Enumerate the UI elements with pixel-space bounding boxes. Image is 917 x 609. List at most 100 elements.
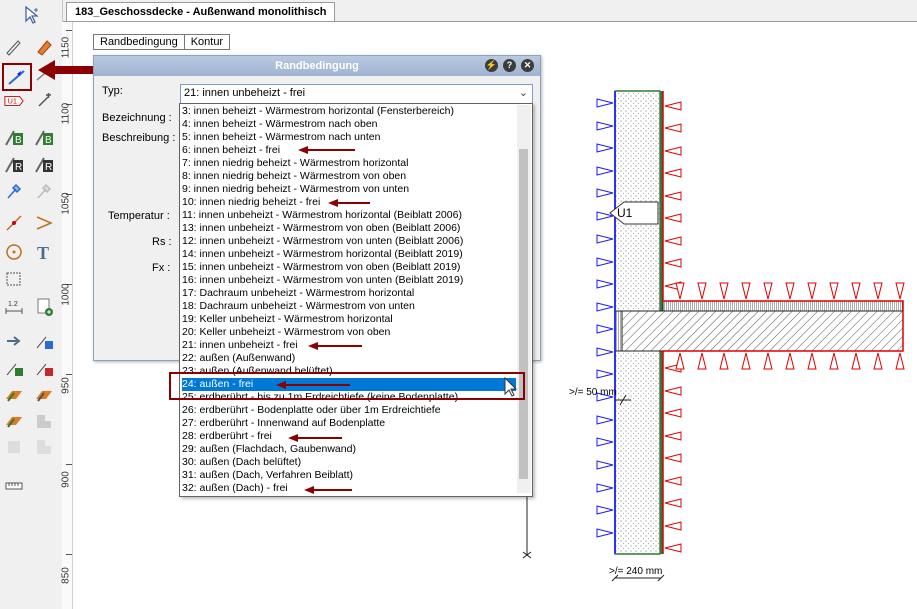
eraser-icon[interactable]: [32, 36, 56, 58]
help-icon[interactable]: ?: [503, 59, 516, 72]
list-item[interactable]: 13: innen unbeheizt - Wärmestrom von obe…: [182, 222, 516, 235]
material-r-icon[interactable]: R: [32, 153, 56, 175]
highlight-box: [169, 372, 525, 400]
svg-text:B: B: [45, 135, 52, 146]
list-item[interactable]: 19: Keller unbeheizt - Wärmestrom horizo…: [182, 313, 516, 326]
list-item[interactable]: 5: innen beheizt - Wärmestrom nach unten: [182, 131, 516, 144]
ruler-label: 1100: [60, 102, 72, 125]
measure-icon[interactable]: 1.2: [2, 296, 26, 318]
plaster-layer: [660, 91, 663, 554]
circle-icon[interactable]: [2, 241, 26, 263]
list-item[interactable]: 7: innen niedrig beheizt - Wärmestrom ho…: [182, 157, 516, 170]
list-item[interactable]: 15: innen unbeheizt - Wärmestrom von obe…: [182, 261, 516, 274]
dialog-title: Randbedingung: [275, 60, 359, 72]
list-item[interactable]: 30: außen (Dach belüftet): [182, 456, 516, 469]
list-item[interactable]: 6: innen beheizt - frei: [182, 144, 516, 157]
slab-screed: [662, 300, 904, 312]
shape-disabled-icon[interactable]: [32, 436, 56, 458]
list-item[interactable]: 14: innen unbeheizt - Wärmestrom horizon…: [182, 248, 516, 261]
select-rectangle-icon[interactable]: [2, 268, 26, 290]
boundary-line-icon[interactable]: [32, 63, 56, 85]
fill-shape-icon[interactable]: [32, 384, 56, 406]
concrete-slab: [621, 310, 904, 352]
beschreibung-label: Beschreibung :: [102, 132, 176, 144]
dropdown-scrollbar[interactable]: [517, 105, 531, 493]
add-sheet-icon[interactable]: [32, 296, 56, 318]
list-item[interactable]: 11: innen unbeheizt - Wärmestrom horizon…: [182, 209, 516, 222]
list-item[interactable]: 26: erdberührt - Bodenplatte oder über 1…: [182, 404, 516, 417]
list-item[interactable]: 20: Keller unbeheizt - Wärmestrom von ob…: [182, 326, 516, 339]
temperature-label: Temperatur :: [108, 210, 170, 222]
u1-label-icon[interactable]: U1: [2, 90, 26, 112]
document-tab[interactable]: 183_Geschossdecke - Außenwand monolithis…: [66, 2, 336, 21]
list-item[interactable]: 12: innen unbeheizt - Wärmestrom von unt…: [182, 235, 516, 248]
boundary-label: U1: [617, 206, 633, 220]
list-item[interactable]: 17: Dachraum unbeheizt - Wärmestrom hori…: [182, 287, 516, 300]
tab-kontur[interactable]: Kontur: [183, 34, 231, 50]
fx-label: Fx :: [152, 262, 171, 274]
cursor-icon[interactable]: [19, 4, 43, 26]
type-label: Typ:: [102, 85, 123, 97]
list-item[interactable]: 18: Dachraum unbeheizt - Wärmestrom von …: [182, 300, 516, 313]
anchor-icon[interactable]: [32, 90, 56, 112]
delete-node-icon[interactable]: [32, 357, 56, 379]
svg-text:R: R: [45, 162, 52, 173]
fill-shape-icon[interactable]: [2, 410, 26, 432]
list-item[interactable]: 8: innen niedrig beheizt - Wärmestrom vo…: [182, 170, 516, 183]
add-node-icon[interactable]: [2, 357, 26, 379]
list-item[interactable]: 29: außen (Flachdach, Gaubenwand): [182, 443, 516, 456]
node-line-icon[interactable]: [2, 212, 26, 234]
dimension-label: >/= 50 mm: [569, 387, 617, 398]
list-item[interactable]: 27: erdberührt - Innenwand auf Bodenplat…: [182, 417, 516, 430]
material-b-icon[interactable]: B: [2, 126, 26, 148]
close-icon[interactable]: ✕: [521, 59, 534, 72]
ruler-label: 850: [60, 567, 72, 584]
boundary-condition-tool-icon[interactable]: [2, 63, 32, 91]
vertical-ruler: 1150 1100 1050 1000 950 900 850: [60, 22, 73, 609]
list-item[interactable]: 31: außen (Dach, Verfahren Beiblatt): [182, 469, 516, 482]
eyedropper-icon[interactable]: [2, 180, 26, 202]
ruler-label: 1150: [60, 36, 72, 59]
add-point-icon[interactable]: [32, 330, 56, 352]
left-toolbar: U1 B B R R T 1.2: [0, 0, 63, 609]
ruler-label: 1000: [60, 283, 72, 306]
list-item[interactable]: 22: außen (Außenwand): [182, 352, 516, 365]
pin-icon[interactable]: ⚡: [485, 59, 498, 72]
ruler-tool-icon[interactable]: [2, 473, 26, 495]
list-item[interactable]: 28: erdberührt - frei: [182, 430, 516, 443]
svg-text:R: R: [15, 162, 22, 173]
rs-label: Rs :: [152, 236, 172, 248]
ruler-label: 1050: [60, 192, 72, 215]
dimension-label: >/= 240 mm: [609, 566, 663, 577]
slab-insulation: [614, 310, 623, 352]
pencil-icon[interactable]: [2, 36, 26, 58]
property-tabs: Randbedingung Kontur: [93, 34, 231, 50]
scrollbar-thumb[interactable]: [519, 149, 528, 479]
material-r-icon[interactable]: R: [2, 153, 26, 175]
tab-randbedingung[interactable]: Randbedingung: [93, 34, 184, 50]
list-item[interactable]: 9: innen niedrig beheizt - Wärmestrom vo…: [182, 183, 516, 196]
material-b-icon[interactable]: B: [32, 126, 56, 148]
exterior-wall: [614, 90, 661, 555]
list-item[interactable]: 32: außen (Dach) - frei: [182, 482, 516, 495]
ruler-label: 900: [60, 471, 72, 488]
arrow-right-icon[interactable]: [2, 330, 26, 352]
polyline-icon[interactable]: [32, 212, 56, 234]
svg-text:U1: U1: [8, 97, 17, 106]
type-select[interactable]: 21: innen unbeheizt - frei ⌄: [180, 84, 533, 104]
shape-disabled-icon[interactable]: [2, 436, 26, 458]
fill-shape-icon[interactable]: [2, 384, 26, 406]
interior-boundary-line: [662, 91, 904, 554]
list-item[interactable]: 16: innen unbeheizt - Wärmestrom von unt…: [182, 274, 516, 287]
list-item[interactable]: 3: innen beheizt - Wärmestrom horizontal…: [182, 105, 516, 118]
list-item[interactable]: 4: innen beheizt - Wärmestrom nach oben: [182, 118, 516, 131]
document-tab-bar: 183_Geschossdecke - Außenwand monolithis…: [62, 0, 917, 22]
merge-shape-icon[interactable]: [32, 410, 56, 432]
text-icon[interactable]: T: [32, 241, 56, 263]
svg-text:B: B: [15, 135, 22, 146]
eyedropper-disabled-icon[interactable]: [32, 180, 56, 202]
list-item[interactable]: 10: innen niedrig beheizt - frei: [182, 196, 516, 209]
type-dropdown-list: 3: innen beheizt - Wärmestrom horizontal…: [179, 103, 533, 497]
list-item[interactable]: 21: innen unbeheizt - frei: [182, 339, 516, 352]
chevron-down-icon[interactable]: ⌄: [519, 86, 528, 99]
